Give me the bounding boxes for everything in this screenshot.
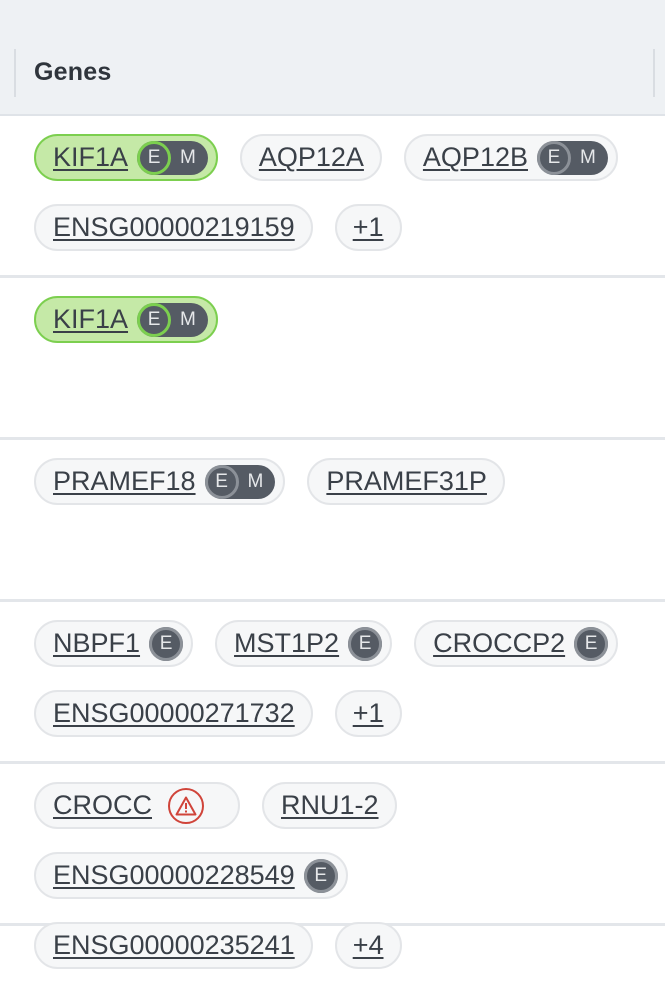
gene-chip[interactable]: ENSG00000228549 E <box>34 852 348 899</box>
gene-symbol-link[interactable]: AQP12A <box>259 142 364 173</box>
gene-chip[interactable]: RNU1-2 <box>262 782 397 829</box>
evidence-badges: EM <box>137 140 208 175</box>
gene-symbol-link[interactable]: PRAMEF31P <box>326 466 487 497</box>
gene-chip-list: PRAMEF18 E M PRAMEF31P <box>34 458 644 505</box>
gene-symbol-link[interactable]: ENSG00000219159 <box>53 212 295 243</box>
evidence-badges: EM <box>137 302 208 337</box>
column-divider-right[interactable] <box>653 49 655 97</box>
badge-m: M <box>180 308 196 330</box>
gene-symbol-link[interactable]: KIF1A <box>53 142 128 173</box>
badge-e: E <box>303 858 338 893</box>
more-genes-link[interactable]: +1 <box>353 212 384 243</box>
more-genes-chip[interactable]: +1 <box>334 204 402 251</box>
evidence-badges: EM <box>536 140 608 175</box>
more-genes-link[interactable]: +4 <box>353 930 384 961</box>
gene-chip[interactable]: AQP12A <box>239 134 382 181</box>
evidence-badges: E <box>303 858 338 893</box>
badge-e: E <box>574 626 609 661</box>
warning-triangle-icon <box>168 787 204 824</box>
gene-row: KIF1A E M AQP12A AQP12B E M ENSG00000219159 +1 <box>0 116 665 278</box>
gene-chip-list: KIF1A E M AQP12A AQP12B E M ENSG00000219159 +1 <box>34 134 644 251</box>
gene-symbol-link[interactable]: KIF1A <box>53 304 128 335</box>
gene-chip[interactable]: CROCCP2 E <box>414 620 619 667</box>
gene-symbol-link[interactable]: PRAMEF18 <box>53 466 196 497</box>
column-title: Genes <box>34 58 112 86</box>
gene-symbol-link[interactable]: MST1P2 <box>234 628 339 659</box>
badge-e: E <box>204 464 239 499</box>
more-genes-link[interactable]: +1 <box>353 698 384 729</box>
badge-e: E <box>149 626 184 661</box>
gene-chip[interactable]: MST1P2 E <box>215 620 393 667</box>
gene-chip[interactable]: ENSG00000271732 <box>34 690 313 737</box>
gene-chip[interactable]: ENSG00000219159 <box>34 204 313 251</box>
gene-chip[interactable]: AQP12B E M <box>403 134 618 181</box>
gene-symbol-link[interactable]: AQP12B <box>423 142 528 173</box>
gene-chip[interactable]: KIF1A E M <box>34 134 218 181</box>
badge-e: E <box>536 140 571 175</box>
gene-symbol-link[interactable]: ENSG00000235241 <box>53 930 295 961</box>
gene-row: KIF1A E M <box>0 278 665 440</box>
gene-symbol-link[interactable]: CROCCP2 <box>433 628 565 659</box>
gene-chip-list: CROCC RNU1-2 ENSG00000228549 E ENSG000002352… <box>34 782 644 969</box>
badge-e: E <box>137 140 172 175</box>
gene-symbol-link[interactable]: NBPF1 <box>53 628 140 659</box>
column-divider-left[interactable] <box>14 49 16 97</box>
gene-symbol-link[interactable]: RNU1-2 <box>281 790 379 821</box>
gene-chip[interactable]: NBPF1 E <box>34 620 194 667</box>
more-genes-chip[interactable]: +1 <box>334 690 402 737</box>
badge-m: M <box>579 146 596 168</box>
gene-rows: KIF1A E M AQP12A AQP12B E M ENSG00000219159 +1 KI… <box>0 116 665 969</box>
evidence-badges: E <box>348 626 383 661</box>
gene-chip-list: NBPF1 E MST1P2 E CROCCP2 E ENSG00000271732 +1 <box>34 620 644 737</box>
badge-e: E <box>348 626 383 661</box>
gene-symbol-link[interactable]: ENSG00000228549 <box>53 860 295 891</box>
gene-chip-list: KIF1A E M <box>34 296 644 343</box>
evidence-badges: E <box>574 626 609 661</box>
gene-row: PRAMEF18 E M PRAMEF31P <box>0 440 665 602</box>
evidence-badges: E <box>149 626 184 661</box>
evidence-badges: EM <box>204 464 276 499</box>
more-genes-chip[interactable]: +4 <box>334 922 402 969</box>
badge-m: M <box>180 146 196 168</box>
gene-chip[interactable]: KIF1A E M <box>34 296 218 343</box>
gene-chip[interactable]: PRAMEF18 E M <box>34 458 286 505</box>
badge-e: E <box>137 302 172 337</box>
gene-row: CROCC RNU1-2 ENSG00000228549 E ENSG000002352… <box>0 764 665 969</box>
gene-symbol-link[interactable]: ENSG00000271732 <box>53 698 295 729</box>
badge-m: M <box>247 470 264 492</box>
gene-row: NBPF1 E MST1P2 E CROCCP2 E ENSG00000271732 +1 <box>0 602 665 764</box>
genes-column-header: Genes <box>0 0 665 116</box>
gene-chip[interactable]: PRAMEF31P <box>307 458 505 505</box>
gene-chip[interactable]: ENSG00000235241 <box>34 922 313 969</box>
gene-symbol-link[interactable]: CROCC <box>53 790 152 821</box>
gene-chip[interactable]: CROCC <box>34 782 240 829</box>
